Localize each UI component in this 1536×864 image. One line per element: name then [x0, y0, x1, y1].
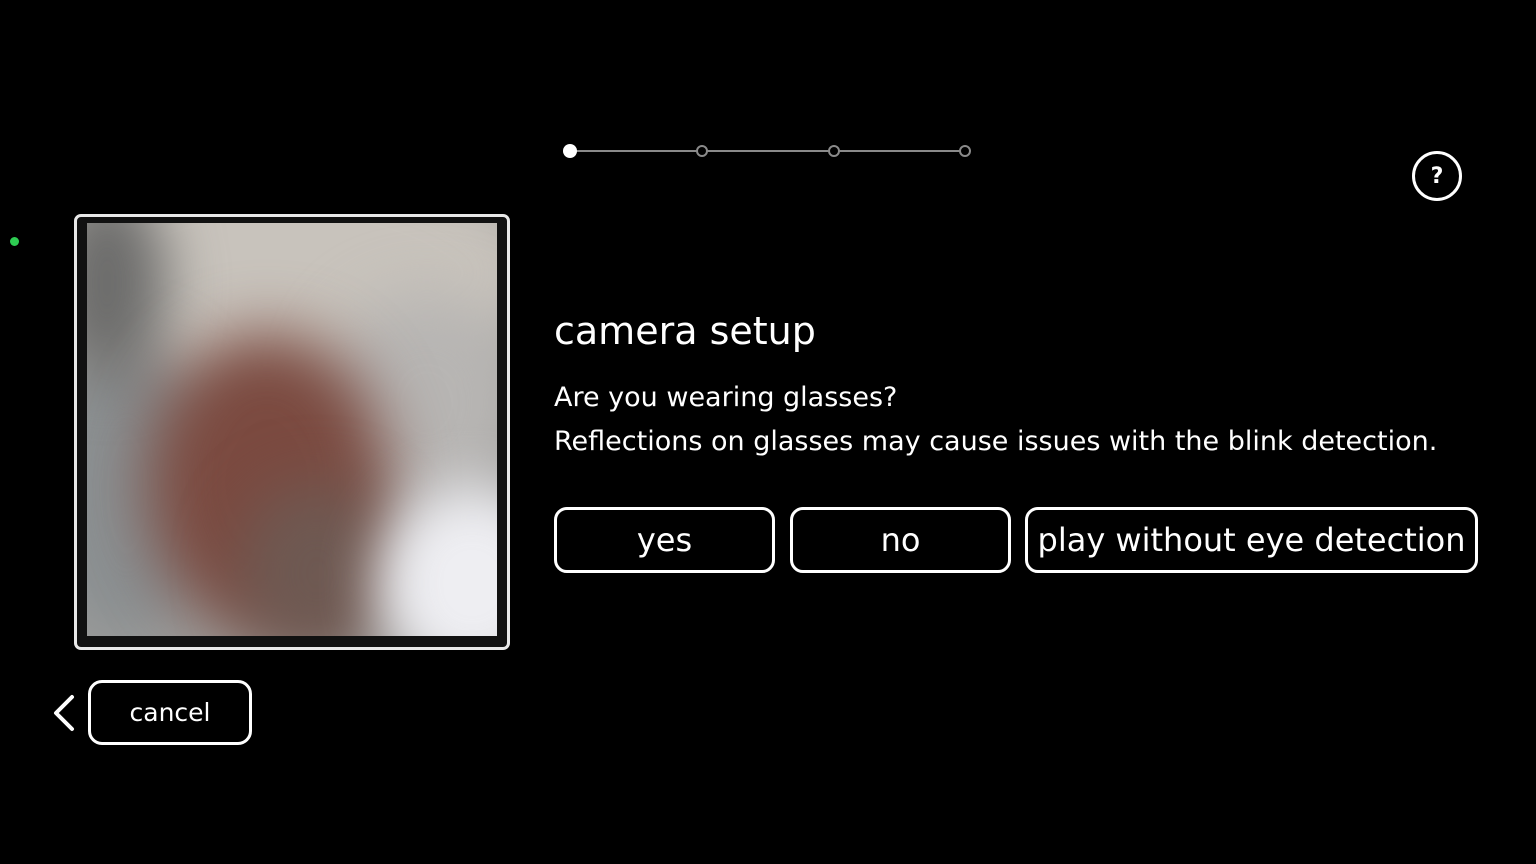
- stepper-dot-4: [959, 145, 971, 157]
- cancel-button[interactable]: cancel: [88, 680, 252, 745]
- progress-stepper: [563, 143, 973, 159]
- yes-button[interactable]: yes: [554, 507, 775, 573]
- no-button[interactable]: no: [790, 507, 1011, 573]
- stepper-track: [571, 150, 965, 152]
- stepper-dot-1: [563, 144, 577, 158]
- stepper-dot-3: [828, 145, 840, 157]
- help-icon: ?: [1430, 163, 1444, 189]
- note-text: Reflections on glasses may cause issues …: [554, 426, 1438, 457]
- camera-setup-screen: ? camera setup Are you wearing glasses? …: [0, 0, 1536, 864]
- status-indicator: [10, 237, 19, 246]
- page-title: camera setup: [554, 309, 816, 353]
- help-button[interactable]: ?: [1412, 151, 1462, 201]
- camera-preview: [74, 214, 510, 650]
- question-text: Are you wearing glasses?: [554, 382, 898, 413]
- stepper-dot-2: [696, 145, 708, 157]
- chevron-left-icon[interactable]: [50, 694, 80, 732]
- play-without-eye-detection-button[interactable]: play without eye detection: [1025, 507, 1478, 573]
- camera-feed-image: [87, 223, 497, 636]
